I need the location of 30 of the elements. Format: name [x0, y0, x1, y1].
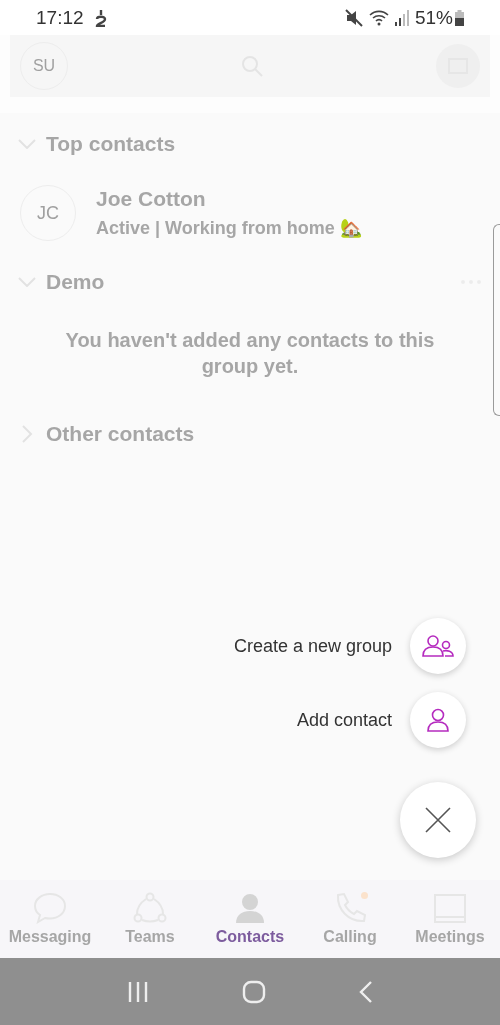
nav-tab[interactable]: Teams	[100, 880, 200, 958]
people-icon	[422, 635, 454, 657]
person-icon	[426, 708, 450, 732]
nav-tab[interactable]: Contacts	[200, 880, 300, 958]
signal-icon	[394, 9, 409, 26]
edge-panel-handle[interactable]	[493, 224, 500, 416]
empty-message: You haven't added any contacts to this group yet.	[64, 328, 436, 379]
close-icon	[425, 807, 451, 833]
person-icon	[233, 892, 267, 924]
nav-tab[interactable]: Meetings	[400, 880, 500, 958]
nav-tab[interactable]: Calling	[300, 880, 400, 958]
contact-status: Active | Working from home 🏡	[96, 217, 362, 239]
section-title[interactable]: Other contacts	[46, 422, 482, 446]
action-label[interactable]: Add contact	[296, 709, 392, 731]
close-button[interactable]	[400, 782, 476, 858]
action-button[interactable]	[410, 692, 466, 748]
home-icon[interactable]	[242, 979, 266, 1004]
status-time: 17:12	[36, 6, 84, 29]
section-title[interactable]: Top contacts	[46, 132, 482, 156]
back-icon[interactable]	[359, 979, 374, 1004]
battery-percentage: 51%	[414, 6, 453, 29]
nav-tab[interactable]: Messaging	[0, 880, 100, 958]
action-button[interactable]	[410, 618, 466, 674]
mute-icon	[344, 8, 363, 27]
action-label[interactable]: Create a new group	[233, 635, 392, 657]
battery-icon	[455, 9, 464, 26]
contact-name[interactable]: Joe Cotton	[96, 187, 362, 211]
section-title[interactable]: Demo	[46, 270, 450, 294]
wifi-icon	[368, 9, 389, 26]
recent-apps-icon[interactable]	[126, 980, 149, 1003]
